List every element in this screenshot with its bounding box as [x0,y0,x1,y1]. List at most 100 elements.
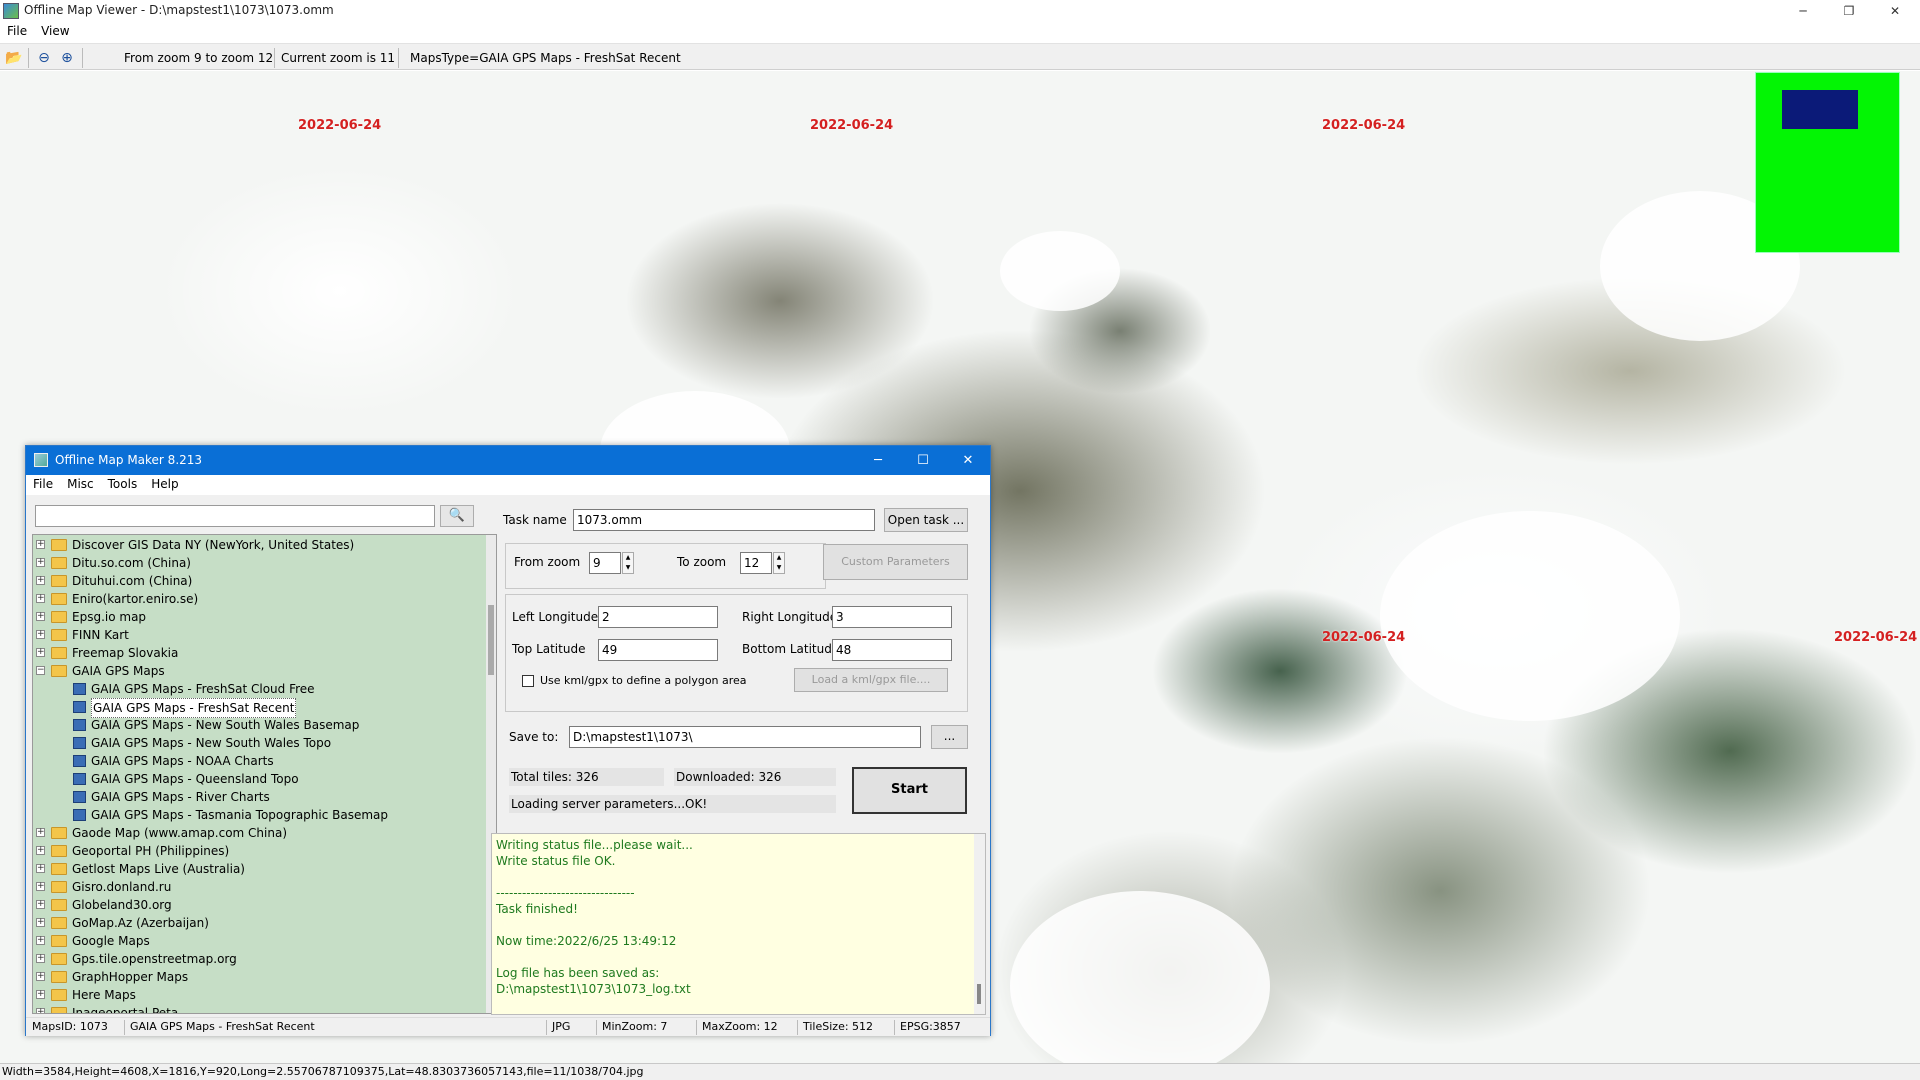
expand-toggle-icon[interactable]: + [36,936,45,945]
restore-button[interactable]: ❐ [1826,0,1872,22]
folder-icon [51,881,67,893]
top-latitude-input[interactable]: 49 [598,639,718,661]
tree-item-label: Globeland30.org [72,898,172,912]
load-kml-button[interactable]: Load a kml/gpx file.... [794,668,948,692]
folder-icon [51,647,67,659]
expand-toggle-icon[interactable]: + [36,990,45,999]
tree-folder-item[interactable]: + GraphHopper Maps [33,968,483,986]
tree-folder-item[interactable]: + Here Maps [33,986,483,1004]
expand-toggle-icon[interactable]: + [36,648,45,657]
map-search-button[interactable]: 🔍 [440,505,474,527]
expand-toggle-icon[interactable]: + [36,900,45,909]
tree-folder-item[interactable]: + FINN Kart [33,626,483,644]
close-button[interactable]: ✕ [1872,0,1918,22]
tree-map-item[interactable]: GAIA GPS Maps - Tasmania Topographic Bas… [33,806,483,824]
menu-view[interactable]: View [34,22,76,40]
tree-folder-item[interactable]: + Epsg.io map [33,608,483,626]
bottom-latitude-input[interactable]: 48 [832,639,952,661]
toolbar-separator [28,48,29,68]
tree-folder-item[interactable]: + Ditu.so.com (China) [33,554,483,572]
tree-folder-item[interactable]: − GAIA GPS Maps [33,662,483,680]
right-longitude-input[interactable]: 3 [832,606,952,628]
map-source-tree[interactable]: + Discover GIS Data NY (NewYork, United S… [32,534,497,1014]
map-maker-dialog: Offline Map Maker 8.213 ─ ☐ ✕ File Misc To… [25,445,991,1036]
tree-folder-item[interactable]: + Freemap Slovakia [33,644,483,662]
expand-toggle-icon[interactable]: + [36,954,45,963]
top-latitude-label: Top Latitude [512,642,586,656]
dialog-menu-tools[interactable]: Tools [101,475,145,493]
dialog-menu-file[interactable]: File [26,475,60,493]
expand-toggle-icon[interactable]: + [36,630,45,639]
tree-map-item[interactable]: GAIA GPS Maps - Queensland Topo [33,770,483,788]
folder-icon [51,557,67,569]
folder-icon [51,989,67,1001]
expand-toggle-icon[interactable]: + [36,612,45,621]
tree-folder-item[interactable]: + Gisro.donland.ru [33,878,483,896]
tree-folder-item[interactable]: + Gaode Map (www.amap.com China) [33,824,483,842]
tree-folder-item[interactable]: + Inageoportal Peta [33,1004,483,1013]
dialog-menu-help[interactable]: Help [144,475,185,493]
browse-folder-button[interactable]: ... [931,725,968,749]
log-scrollbar[interactable] [974,834,985,1014]
overview-minimap[interactable] [1755,72,1900,253]
expand-toggle-icon[interactable]: + [36,918,45,927]
scroll-thumb[interactable] [977,984,981,1004]
tree-map-item[interactable]: GAIA GPS Maps - New South Wales Basemap [33,716,483,734]
expand-toggle-icon[interactable]: + [36,540,45,549]
log-line: -------------------------------- [496,886,635,900]
from-zoom-spinner[interactable]: ▲ ▼ [622,552,634,574]
status-min-zoom: MinZoom: 7 [602,1020,668,1033]
expand-toggle-icon[interactable]: + [36,972,45,981]
dialog-close-button[interactable]: ✕ [945,446,991,475]
tree-map-item[interactable]: GAIA GPS Maps - NOAA Charts [33,752,483,770]
open-folder-icon[interactable]: 📂 [5,49,23,67]
menu-file[interactable]: File [0,22,34,40]
start-button[interactable]: Start [852,767,967,814]
to-zoom-input[interactable]: 12 [740,552,772,574]
tree-folder-item[interactable]: + GoMap.Az (Azerbaijan) [33,914,483,932]
expand-toggle-icon[interactable]: + [36,846,45,855]
expand-toggle-icon[interactable]: + [36,594,45,603]
open-task-button[interactable]: Open task ... [884,508,968,532]
use-kml-checkbox[interactable] [522,675,534,687]
tree-folder-item[interactable]: + Globeland30.org [33,896,483,914]
tree-folder-item[interactable]: + Google Maps [33,932,483,950]
custom-parameters-button[interactable]: Custom Parameters [823,544,968,580]
tree-map-item[interactable]: GAIA GPS Maps - New South Wales Topo [33,734,483,752]
from-zoom-input[interactable]: 9 [589,552,621,574]
bottom-latitude-label: Bottom Latitude [742,642,840,656]
scroll-thumb[interactable] [488,605,494,675]
to-zoom-spinner[interactable]: ▲ ▼ [773,552,785,574]
save-to-input[interactable]: D:\mapstest1\1073\ [569,726,921,748]
status-divider [596,1020,597,1035]
tree-map-item[interactable]: GAIA GPS Maps - FreshSat Cloud Free [33,680,483,698]
tree-map-item[interactable]: GAIA GPS Maps - FreshSat Recent [33,698,483,718]
expand-toggle-icon[interactable]: + [36,864,45,873]
tree-map-item[interactable]: GAIA GPS Maps - River Charts [33,788,483,806]
zoom-out-icon[interactable]: ⊖ [35,49,53,67]
tree-folder-item[interactable]: + Eniro(kartor.eniro.se) [33,590,483,608]
minimize-button[interactable]: ─ [1780,0,1826,22]
dialog-menu-misc[interactable]: Misc [60,475,101,493]
expand-toggle-icon[interactable]: + [36,558,45,567]
overview-viewport[interactable] [1782,90,1858,129]
map-search-input[interactable] [35,505,435,527]
tree-folder-item[interactable]: + Discover GIS Data NY (NewYork, United S… [33,536,483,554]
status-divider [546,1020,547,1035]
expand-toggle-icon[interactable]: + [36,1008,45,1013]
status-divider [696,1020,697,1035]
folder-icon [51,953,67,965]
task-name-input[interactable]: 1073.omm [573,509,875,531]
tree-folder-item[interactable]: + Getlost Maps Live (Australia) [33,860,483,878]
dialog-minimize-button[interactable]: ─ [855,446,901,475]
expand-toggle-icon[interactable]: + [36,828,45,837]
expand-toggle-icon[interactable]: + [36,576,45,585]
collapse-toggle-icon[interactable]: − [36,666,45,675]
dialog-maximize-button[interactable]: ☐ [900,446,946,475]
tree-folder-item[interactable]: + Geoportal PH (Philippines) [33,842,483,860]
left-longitude-input[interactable]: 2 [598,606,718,628]
zoom-in-icon[interactable]: ⊕ [58,49,76,67]
tree-folder-item[interactable]: + Dituhui.com (China) [33,572,483,590]
expand-toggle-icon[interactable]: + [36,882,45,891]
tree-folder-item[interactable]: + Gps.tile.openstreetmap.org [33,950,483,968]
